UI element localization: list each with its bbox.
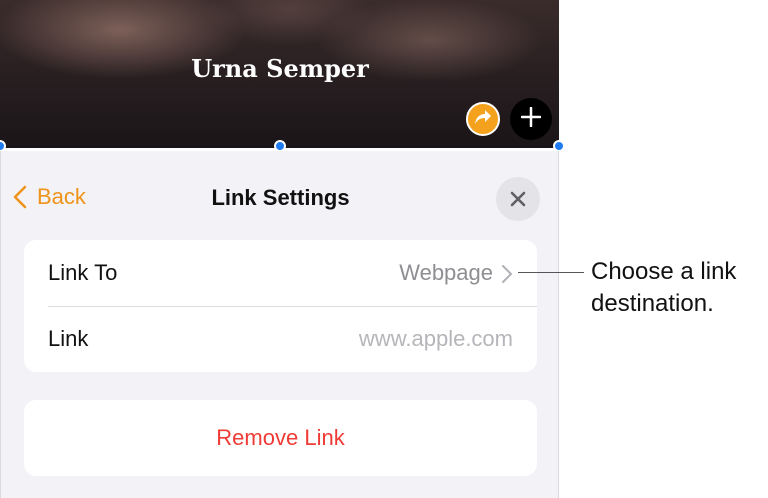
link-label: Link: [48, 326, 89, 351]
callout-line: [518, 272, 584, 273]
link-to-value: Webpage: [399, 260, 493, 285]
plus-icon: [520, 106, 542, 132]
link-row[interactable]: Link www.apple.com: [24, 306, 537, 372]
share-button[interactable]: [466, 102, 500, 136]
callout-text: Choose a link destination.: [591, 256, 768, 320]
hero-title: Urna Semper: [191, 54, 369, 83]
link-options-group: Link To Webpage Link www.apple.com: [24, 240, 537, 372]
add-button[interactable]: [510, 98, 552, 140]
link-url-field[interactable]: www.apple.com: [359, 326, 513, 352]
link-to-label: Link To: [48, 260, 118, 285]
remove-link-label: Remove Link: [216, 425, 345, 450]
share-arrow-icon: [473, 108, 493, 131]
panel-title: Link Settings: [211, 185, 350, 210]
callout-line-1: Choose a link: [591, 258, 737, 285]
callout-line-2: destination.: [591, 290, 714, 317]
close-button[interactable]: [496, 177, 540, 221]
close-icon: [510, 191, 526, 207]
chevron-right-icon: [502, 265, 512, 283]
remove-link-button[interactable]: Remove Link: [24, 400, 537, 476]
link-to-row[interactable]: Link To Webpage: [24, 240, 537, 306]
hero-image: Urna Semper: [0, 0, 559, 148]
